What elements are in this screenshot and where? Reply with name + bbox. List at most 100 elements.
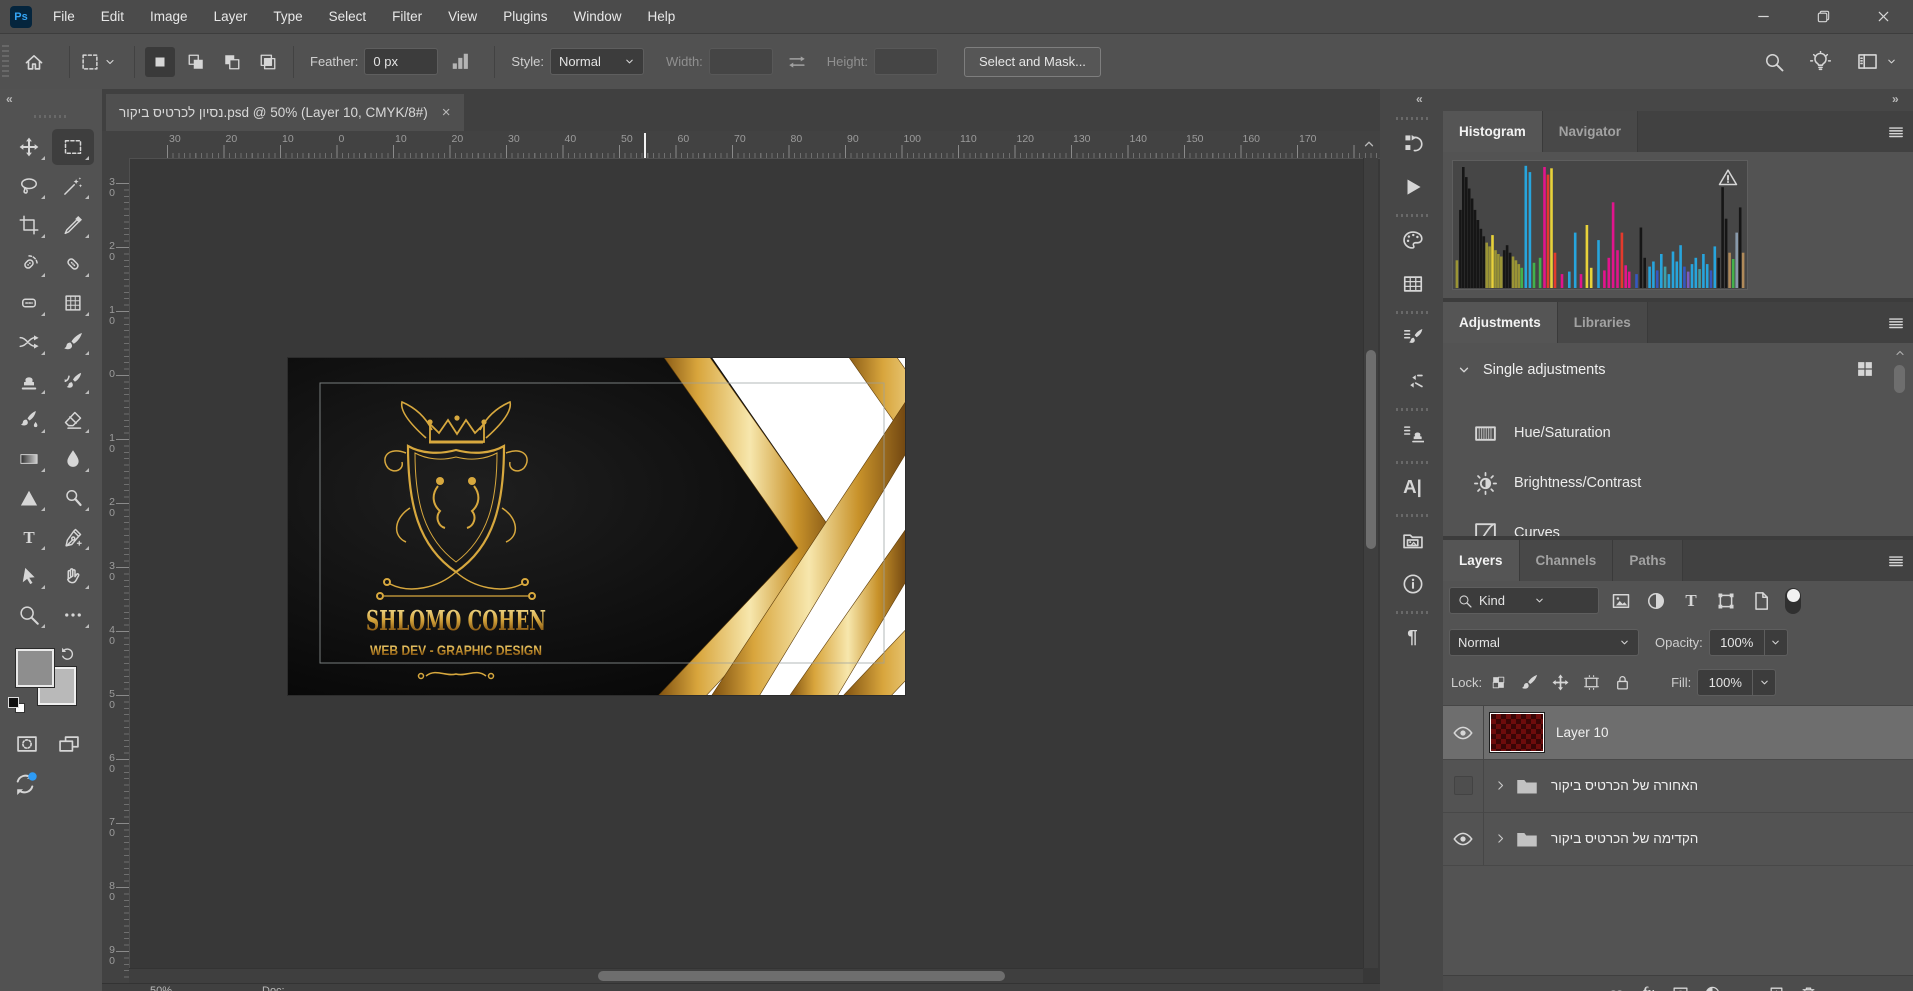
single-adjustments-header[interactable]: Single adjustments <box>1457 355 1606 385</box>
rail-grip[interactable] <box>1396 214 1430 217</box>
rail-grip[interactable] <box>1396 461 1430 464</box>
close-tab-icon[interactable]: × <box>442 104 451 121</box>
tool-magic-wand[interactable] <box>52 168 94 204</box>
rail-grip[interactable] <box>1396 514 1430 517</box>
chevron-down-icon[interactable] <box>104 56 116 68</box>
screen-mode-icon[interactable] <box>56 733 82 755</box>
lock-pixels-icon[interactable] <box>1521 674 1538 691</box>
tool-content-aware-move[interactable] <box>8 324 50 360</box>
panel-info-button[interactable] <box>1391 563 1435 605</box>
width-input[interactable] <box>709 48 773 75</box>
menu-view[interactable]: View <box>435 0 490 33</box>
minimize-button[interactable] <box>1733 0 1793 33</box>
collapse-left-icon[interactable]: « <box>1416 93 1423 105</box>
filter-type-icon[interactable]: T <box>1681 591 1701 611</box>
group-expand-icon[interactable] <box>1494 832 1507 845</box>
tool-move[interactable] <box>8 129 50 165</box>
fill-dropdown[interactable] <box>1753 669 1776 696</box>
rail-grip[interactable] <box>1396 611 1430 614</box>
collapse-right-icon[interactable]: » <box>1892 93 1899 105</box>
filter-frame-icon[interactable] <box>1716 591 1736 611</box>
adjustments-tab-adjustments[interactable]: Adjustments <box>1443 302 1558 343</box>
histogram-tab-histogram[interactable]: Histogram <box>1443 111 1543 152</box>
layer-group-row[interactable]: האחורה של הכרטיס ביקור <box>1443 759 1913 813</box>
chevron-down-icon[interactable] <box>1886 56 1897 67</box>
tool-patch[interactable] <box>8 285 50 321</box>
workspace-icon[interactable] <box>1857 51 1878 72</box>
foreground-color-swatch[interactable] <box>16 649 54 687</box>
quick-mask-icon[interactable] <box>14 733 40 755</box>
horizontal-scrollbar[interactable] <box>129 968 1363 983</box>
grid-view-icon[interactable] <box>1855 359 1875 379</box>
add-selection-button[interactable] <box>181 47 211 77</box>
panel-menu-icon[interactable] <box>1887 123 1905 141</box>
panel-clone-source-button[interactable] <box>1391 413 1435 455</box>
adjustments-scrollbar-thumb[interactable] <box>1894 365 1905 393</box>
panel-history-button[interactable] <box>1391 122 1435 164</box>
delete-layer-icon[interactable] <box>1800 985 1817 991</box>
tool-type[interactable]: T <box>8 519 50 555</box>
tool-dodge[interactable] <box>52 480 94 516</box>
panel-paragraph-button[interactable]: ¶ <box>1391 616 1435 658</box>
swap-dims-icon[interactable] <box>787 52 807 72</box>
document-tab[interactable]: נסיון לכרטיס ביקור.psd @ 50% (Layer 10, … <box>106 94 464 131</box>
menu-filter[interactable]: Filter <box>379 0 435 33</box>
rail-grip[interactable] <box>1396 311 1430 314</box>
layer-group-row[interactable]: הקדימה של הכרטיס ביקור <box>1443 812 1913 866</box>
opacity-dropdown[interactable] <box>1765 629 1788 656</box>
filter-adjustment-icon[interactable] <box>1646 591 1666 611</box>
layers-tab-paths[interactable]: Paths <box>1613 540 1683 581</box>
new-selection-button[interactable] <box>145 47 175 77</box>
adjustment-curves[interactable]: Curves <box>1473 515 1560 536</box>
lock-artboard-icon[interactable] <box>1583 674 1600 691</box>
default-swatches-icon[interactable] <box>8 697 28 713</box>
layer-row[interactable]: Layer 10 <box>1443 706 1913 760</box>
filter-kind-select[interactable]: Kind <box>1449 587 1599 614</box>
layer-effects-icon[interactable]: fx <box>1640 985 1657 991</box>
layer-name[interactable]: Layer 10 <box>1556 725 1609 740</box>
menu-edit[interactable]: Edit <box>88 0 137 33</box>
intersect-selection-button[interactable] <box>253 47 283 77</box>
filter-toggle[interactable] <box>1785 588 1801 614</box>
tool-brush[interactable] <box>52 324 94 360</box>
new-layer-icon[interactable] <box>1768 985 1785 991</box>
tool-clone-stamp[interactable] <box>8 363 50 399</box>
close-button[interactable] <box>1853 0 1913 33</box>
lock-transparency-icon[interactable] <box>1490 674 1507 691</box>
tool-pattern-stamp[interactable] <box>52 285 94 321</box>
tool-history-brush[interactable] <box>52 363 94 399</box>
new-group-icon[interactable] <box>1736 985 1753 991</box>
adjustments-tab-libraries[interactable]: Libraries <box>1558 302 1648 343</box>
layer-thumbnail[interactable] <box>1490 713 1544 752</box>
blend-mode-select[interactable]: Normal <box>1449 629 1639 656</box>
panel-swatches-palette-button[interactable] <box>1391 219 1435 261</box>
menu-help[interactable]: Help <box>634 0 688 33</box>
panel-libraries-button[interactable] <box>1391 519 1435 561</box>
feather-input[interactable]: 0 px <box>364 48 438 75</box>
lock-all-icon[interactable] <box>1614 674 1631 691</box>
height-input[interactable] <box>874 48 938 75</box>
tool-mixer-brush[interactable] <box>8 402 50 438</box>
panel-menu-icon[interactable] <box>1887 314 1905 332</box>
tool-more-tools[interactable] <box>52 597 94 633</box>
document-canvas[interactable]: SHLOMO COHEN WEB DEV - GRAPHIC DESIGN <box>288 358 905 695</box>
panel-actions-button[interactable] <box>1391 166 1435 208</box>
vertical-ruler[interactable]: 3020100102030405060708090100 <box>102 158 130 991</box>
home-icon[interactable] <box>23 51 45 73</box>
tool-pen[interactable] <box>52 519 94 555</box>
layer-visibility-toggle[interactable] <box>1443 759 1484 812</box>
panel-tool-presets-button[interactable] <box>1391 360 1435 402</box>
layer-mask-icon[interactable] <box>1672 985 1689 991</box>
lock-position-icon[interactable] <box>1552 674 1569 691</box>
layers-tab-layers[interactable]: Layers <box>1443 540 1520 581</box>
link-layers-icon[interactable] <box>1608 985 1625 991</box>
menu-file[interactable]: File <box>40 0 88 33</box>
filter-image-icon[interactable] <box>1611 591 1631 611</box>
rotate-view-icon[interactable] <box>12 771 38 797</box>
tool-triangle-shape[interactable] <box>8 480 50 516</box>
tools-grip[interactable] <box>34 115 68 118</box>
panel-table-grid-button[interactable] <box>1391 263 1435 305</box>
rail-grip[interactable] <box>1396 117 1430 120</box>
tool-crop[interactable] <box>8 207 50 243</box>
panel-brush-settings-button[interactable] <box>1391 316 1435 358</box>
